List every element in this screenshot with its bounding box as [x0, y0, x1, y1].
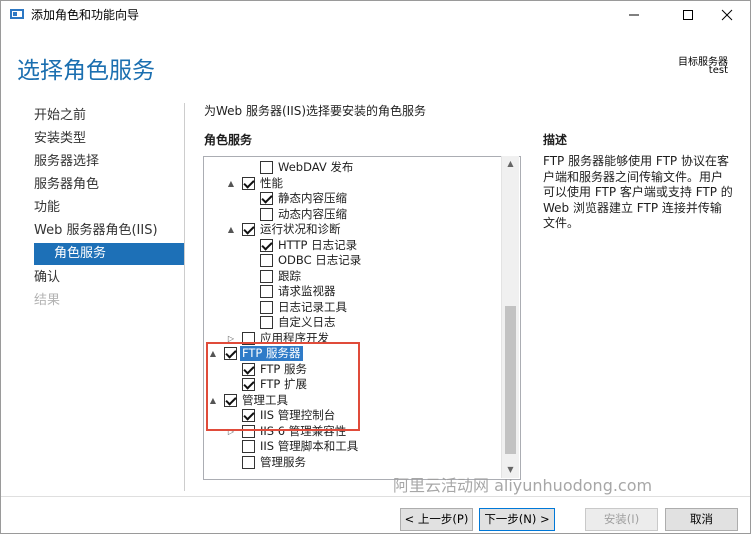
tree-row[interactable]: 请求监视器: [244, 284, 508, 299]
annotation-highlight-box: [206, 342, 360, 431]
checkbox-unchecked[interactable]: [260, 161, 273, 174]
title-bar[interactable]: 添加角色和功能向导: [1, 1, 750, 28]
checkbox-unchecked[interactable]: [260, 269, 273, 283]
tree-item-label[interactable]: 跟踪: [278, 269, 301, 284]
tree-row[interactable]: ▲ 运行状况和诊断: [226, 222, 508, 237]
tree-item-label[interactable]: 日志记录工具: [278, 300, 347, 315]
nav-item-features[interactable]: 功能: [34, 197, 184, 219]
nav-item-server-selection[interactable]: 服务器选择: [34, 151, 184, 173]
server-manager-icon: [10, 9, 24, 19]
nav-item-results: 结果: [34, 293, 61, 308]
collapse-arrow-icon[interactable]: ▲: [226, 222, 236, 237]
nav-divider: [184, 103, 185, 491]
role-services-heading: 角色服务: [204, 133, 253, 147]
tree-item-label[interactable]: IIS 管理脚本和工具: [260, 439, 358, 454]
window-title: 添加角色和功能向导: [31, 8, 140, 22]
tree-scrollbar[interactable]: ▲ ▼: [501, 156, 519, 478]
tree-row[interactable]: WebDAV 发布: [244, 160, 508, 175]
tree-row[interactable]: 管理服务: [226, 455, 508, 470]
checkbox-checked[interactable]: [260, 192, 273, 205]
tree-item-label[interactable]: WebDAV 发布: [278, 160, 353, 175]
install-button: 安装(I): [585, 508, 658, 531]
description-text: FTP 服务器能够使用 FTP 协议在客户端和服务器之间传输文件。用户可以使用 …: [543, 154, 733, 230]
tree-item-label[interactable]: HTTP 日志记录: [278, 238, 357, 253]
nav-item-installation-type[interactable]: 安装类型: [34, 128, 184, 150]
scroll-up-icon[interactable]: ▲: [502, 156, 519, 171]
tree-row[interactable]: 自定义日志: [244, 315, 508, 330]
wizard-window: 添加角色和功能向导 选择角色服务 目标服务器 test 开始之前 安装类型 服务…: [0, 0, 751, 534]
checkbox-unchecked[interactable]: [260, 300, 273, 314]
description-heading: 描述: [543, 133, 568, 147]
tree-item-label[interactable]: ODBC 日志记录: [278, 253, 361, 268]
tree-row[interactable]: 动态内容压缩: [244, 207, 508, 222]
checkbox-unchecked[interactable]: [260, 254, 273, 267]
maximize-icon: [683, 9, 693, 20]
tree-item-label[interactable]: 请求监视器: [278, 284, 336, 299]
checkbox-checked[interactable]: [260, 238, 273, 252]
tree-row[interactable]: ODBC 日志记录: [244, 253, 508, 268]
cancel-button[interactable]: 取消: [665, 508, 738, 531]
tree-row[interactable]: HTTP 日志记录: [244, 238, 508, 253]
role-services-tree[interactable]: WebDAV 发布 ▲ 性能 静态内容压缩 动态内容压缩 ▲ 运行状况和诊断 HTTP 日志记…: [203, 156, 521, 480]
checkbox-unchecked[interactable]: [260, 285, 273, 298]
tree-item-label[interactable]: 自定义日志: [278, 315, 336, 330]
nav-item-web-server-role[interactable]: Web 服务器角色(IIS): [34, 220, 184, 242]
close-button[interactable]: [704, 1, 750, 28]
previous-button[interactable]: < 上一步(P): [400, 508, 473, 531]
next-button[interactable]: 下一步(N) >: [479, 508, 555, 531]
nav-item-role-services[interactable]: 角色服务: [34, 243, 184, 265]
collapse-arrow-icon[interactable]: ▲: [226, 176, 236, 191]
tree-item-label[interactable]: 管理服务: [260, 455, 306, 470]
checkbox-unchecked[interactable]: [260, 207, 273, 221]
tree-item-label[interactable]: 性能: [260, 176, 283, 191]
tree-row[interactable]: 静态内容压缩: [244, 191, 508, 206]
minimize-icon: [629, 14, 639, 15]
instruction-text: 为Web 服务器(IIS)选择要安装的角色服务: [204, 104, 427, 118]
checkbox-unchecked[interactable]: [242, 440, 255, 453]
minimize-button[interactable]: [611, 1, 657, 28]
nav-item-before-you-begin[interactable]: 开始之前: [34, 105, 184, 127]
watermark-text: 阿里云活动网 aliyunhuodong.com: [393, 476, 653, 495]
checkbox-unchecked[interactable]: [260, 316, 273, 329]
checkbox-checked[interactable]: [242, 176, 255, 190]
tree-item-label[interactable]: 动态内容压缩: [278, 207, 347, 222]
tree-item-label[interactable]: 静态内容压缩: [278, 191, 347, 206]
tree-row[interactable]: 日志记录工具: [244, 300, 508, 315]
page-title: 选择角色服务: [17, 58, 155, 84]
nav-item-confirmation[interactable]: 确认: [34, 267, 184, 289]
nav-item-server-roles[interactable]: 服务器角色: [34, 174, 184, 196]
footer-divider: [1, 496, 750, 497]
tree-row[interactable]: IIS 管理脚本和工具: [226, 439, 508, 454]
close-icon: [721, 9, 733, 20]
tree-item-label[interactable]: 运行状况和诊断: [260, 222, 341, 237]
tree-row[interactable]: ▲ 性能: [226, 176, 508, 191]
target-server-value: test: [708, 65, 728, 76]
scroll-thumb[interactable]: [505, 306, 516, 454]
checkbox-checked[interactable]: [242, 223, 255, 236]
tree-row[interactable]: 跟踪: [244, 269, 508, 284]
checkbox-unchecked[interactable]: [242, 455, 255, 469]
